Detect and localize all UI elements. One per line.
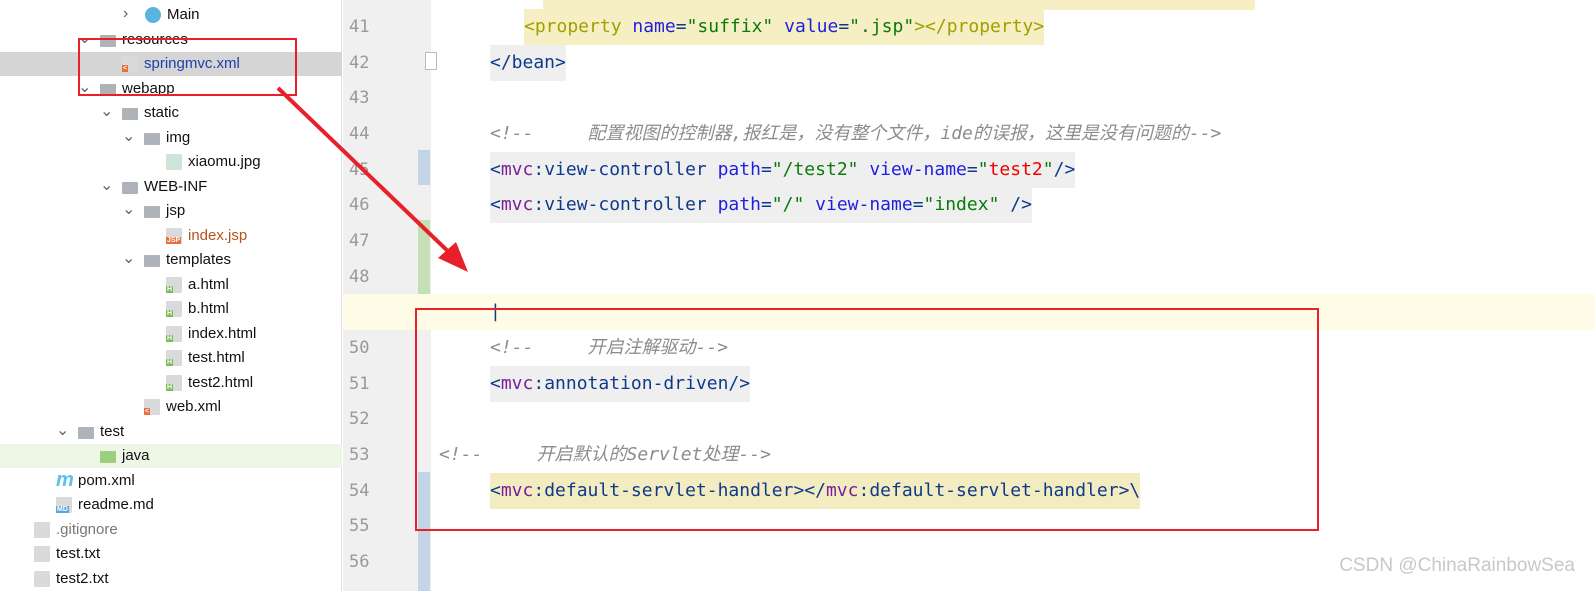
annotation-box-code xyxy=(415,308,1319,531)
annotation-arrow xyxy=(276,86,457,260)
annotation-overlay xyxy=(78,38,1319,531)
watermark: CSDN @ChinaRainbowSea xyxy=(1339,555,1575,576)
annotation-box-tree xyxy=(78,38,297,96)
